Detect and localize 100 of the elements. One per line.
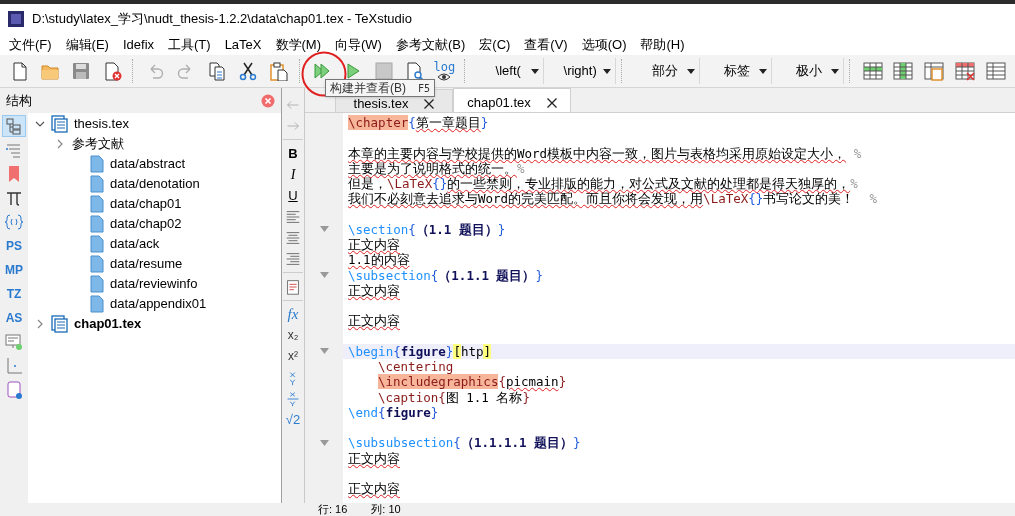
side-tab-button[interactable]	[2, 211, 26, 233]
file-icon	[90, 235, 104, 253]
close-icon[interactable]	[546, 98, 557, 108]
window-title: D:\study\latex_学习\nudt_thesis-1.2.2\data\chap01.tex - TeXstudio	[32, 9, 412, 28]
code-line: \section{（1.1 题目）}	[348, 221, 507, 237]
tree-item[interactable]: data/chap02	[110, 214, 182, 234]
menu-item[interactable]: LaTeX	[218, 36, 268, 52]
table-icon[interactable]	[985, 61, 1006, 81]
side-tab[interactable]: TZ	[2, 283, 26, 305]
tool-button[interactable]: fx	[282, 304, 304, 325]
fold-arrow-icon[interactable]	[319, 226, 329, 233]
code-line: 正文内容	[348, 481, 401, 497]
code-line: 本章的主要内容与学校提供的Word模板中内容一致，图片与表格均采用原始设定大小， %	[348, 145, 863, 161]
tree-item[interactable]: thesis.tex	[74, 114, 129, 134]
dropdown[interactable]: 部分	[628, 58, 701, 84]
menu-item[interactable]: 参考文献(B)	[389, 36, 472, 52]
side-tab[interactable]: AS	[2, 307, 26, 329]
braces-icon	[4, 212, 24, 232]
structure-icon	[4, 116, 24, 136]
menu-item[interactable]: 向导(W)	[329, 36, 388, 52]
tree-item[interactable]: data/reviewinfo	[110, 274, 198, 294]
dropdown[interactable]: 标签	[700, 58, 773, 84]
scissors-icon[interactable]	[237, 61, 258, 81]
menu-item[interactable]: Idefix	[116, 36, 161, 52]
menu-item[interactable]: 文件(F)	[3, 36, 58, 52]
tree-item[interactable]: data/abstract	[110, 154, 186, 174]
caret-icon	[687, 68, 696, 74]
file-icon	[90, 255, 104, 273]
menu-item[interactable]: 宏(C)	[473, 36, 517, 52]
table-column-icon[interactable]	[893, 61, 914, 81]
fold-arrow-icon[interactable]	[319, 439, 329, 446]
eye-icon	[437, 72, 452, 81]
stop-icon[interactable]	[373, 61, 394, 81]
file-icon	[90, 275, 104, 293]
code-line: \subsubsection{（1.1.1.1 题目）}	[348, 435, 582, 451]
tool-button[interactable]: x²	[282, 346, 304, 367]
tree-item[interactable]: data/resume	[110, 254, 183, 274]
tool-button[interactable]: x₂	[282, 325, 304, 346]
file-icon	[90, 175, 104, 193]
menu-item[interactable]: 帮助(H)	[634, 36, 691, 52]
fold-arrow-icon[interactable]	[319, 348, 329, 355]
menu-item[interactable]: 查看(V)	[518, 36, 574, 52]
code-line: 正文内容	[348, 237, 401, 253]
tree-item[interactable]: data/chap01	[110, 194, 182, 214]
code-line: \caption{图 1.1 名称}	[378, 389, 531, 405]
file-icon	[90, 215, 104, 233]
tool-button[interactable]: U	[282, 185, 304, 206]
caret-icon	[831, 68, 840, 74]
tool-button[interactable]: √2	[282, 409, 304, 430]
file-icon	[90, 195, 104, 213]
fold-arrow-icon[interactable]	[319, 272, 329, 279]
document-icon[interactable]	[284, 277, 302, 296]
table-rows-icon[interactable]	[862, 61, 883, 81]
table-clipboard-icon[interactable]	[924, 61, 945, 81]
tree-item[interactable]: chap01.tex	[74, 314, 142, 334]
scroll-icon	[4, 380, 24, 400]
tab[interactable]: chap01.tex	[453, 88, 571, 112]
caret-icon	[530, 68, 539, 74]
code-line: 1.1的内容	[348, 252, 411, 268]
dropdown[interactable]: \left(	[471, 58, 544, 84]
status-text: 行: 16	[318, 503, 348, 516]
side-tab[interactable]: PS	[2, 235, 26, 257]
menu-item[interactable]: 选项(O)	[575, 36, 633, 52]
code-line: 正文内容	[348, 313, 401, 329]
table-delete-icon[interactable]	[954, 61, 975, 81]
tree-item[interactable]: data/denotation	[110, 174, 200, 194]
tool-button[interactable]: I	[282, 164, 304, 185]
caret-icon	[602, 68, 611, 74]
code-line: 主要是为了说明格式的统一。%	[348, 160, 526, 176]
code-line: \centering	[378, 359, 455, 375]
tree-item[interactable]: 参考文献	[72, 134, 124, 154]
file-icon	[90, 155, 104, 173]
tree-item[interactable]: data/appendix01	[110, 294, 207, 314]
dropdown[interactable]: \right)	[543, 58, 616, 84]
tree-item[interactable]: data/ack	[110, 234, 160, 254]
log-button[interactable]: log	[430, 57, 459, 85]
documents-icon	[50, 315, 68, 333]
tool-button[interactable]: B	[282, 143, 304, 164]
app-icon	[8, 10, 24, 27]
menu-item[interactable]: 工具(T)	[162, 36, 217, 52]
copy-icon[interactable]	[207, 61, 227, 81]
side-tab[interactable]: MP	[2, 259, 26, 281]
file-icon	[90, 295, 104, 313]
code-line: \includegraphics{picmain}	[378, 374, 568, 390]
menu-item[interactable]: 编辑(E)	[59, 36, 115, 52]
dropdown[interactable]: 极小	[772, 58, 845, 84]
code-line: \begin{figure}[htp]	[348, 343, 491, 359]
code-line: 但是，\LaTeX{}的一些禁则，专业排版的能力，对公式及文献的处理都是得天独厚的，%	[348, 176, 859, 192]
monitor-icon	[4, 332, 24, 352]
chevron-right-icon[interactable]	[35, 319, 45, 329]
code-line: 正文内容	[348, 282, 401, 298]
menu-item[interactable]: 数学(M)	[269, 36, 327, 52]
side-tab-button[interactable]	[2, 115, 26, 137]
close-icon[interactable]	[424, 98, 435, 109]
chevron-down-icon[interactable]	[35, 119, 45, 129]
panel-title: 结构	[6, 91, 32, 110]
clipboard-icon[interactable]	[268, 61, 289, 81]
chevron-right-icon[interactable]	[55, 139, 65, 149]
code-line: \subsection{（1.1.1 题目）}	[348, 267, 544, 283]
code-line: \chapter{第一章题目}	[348, 115, 490, 131]
